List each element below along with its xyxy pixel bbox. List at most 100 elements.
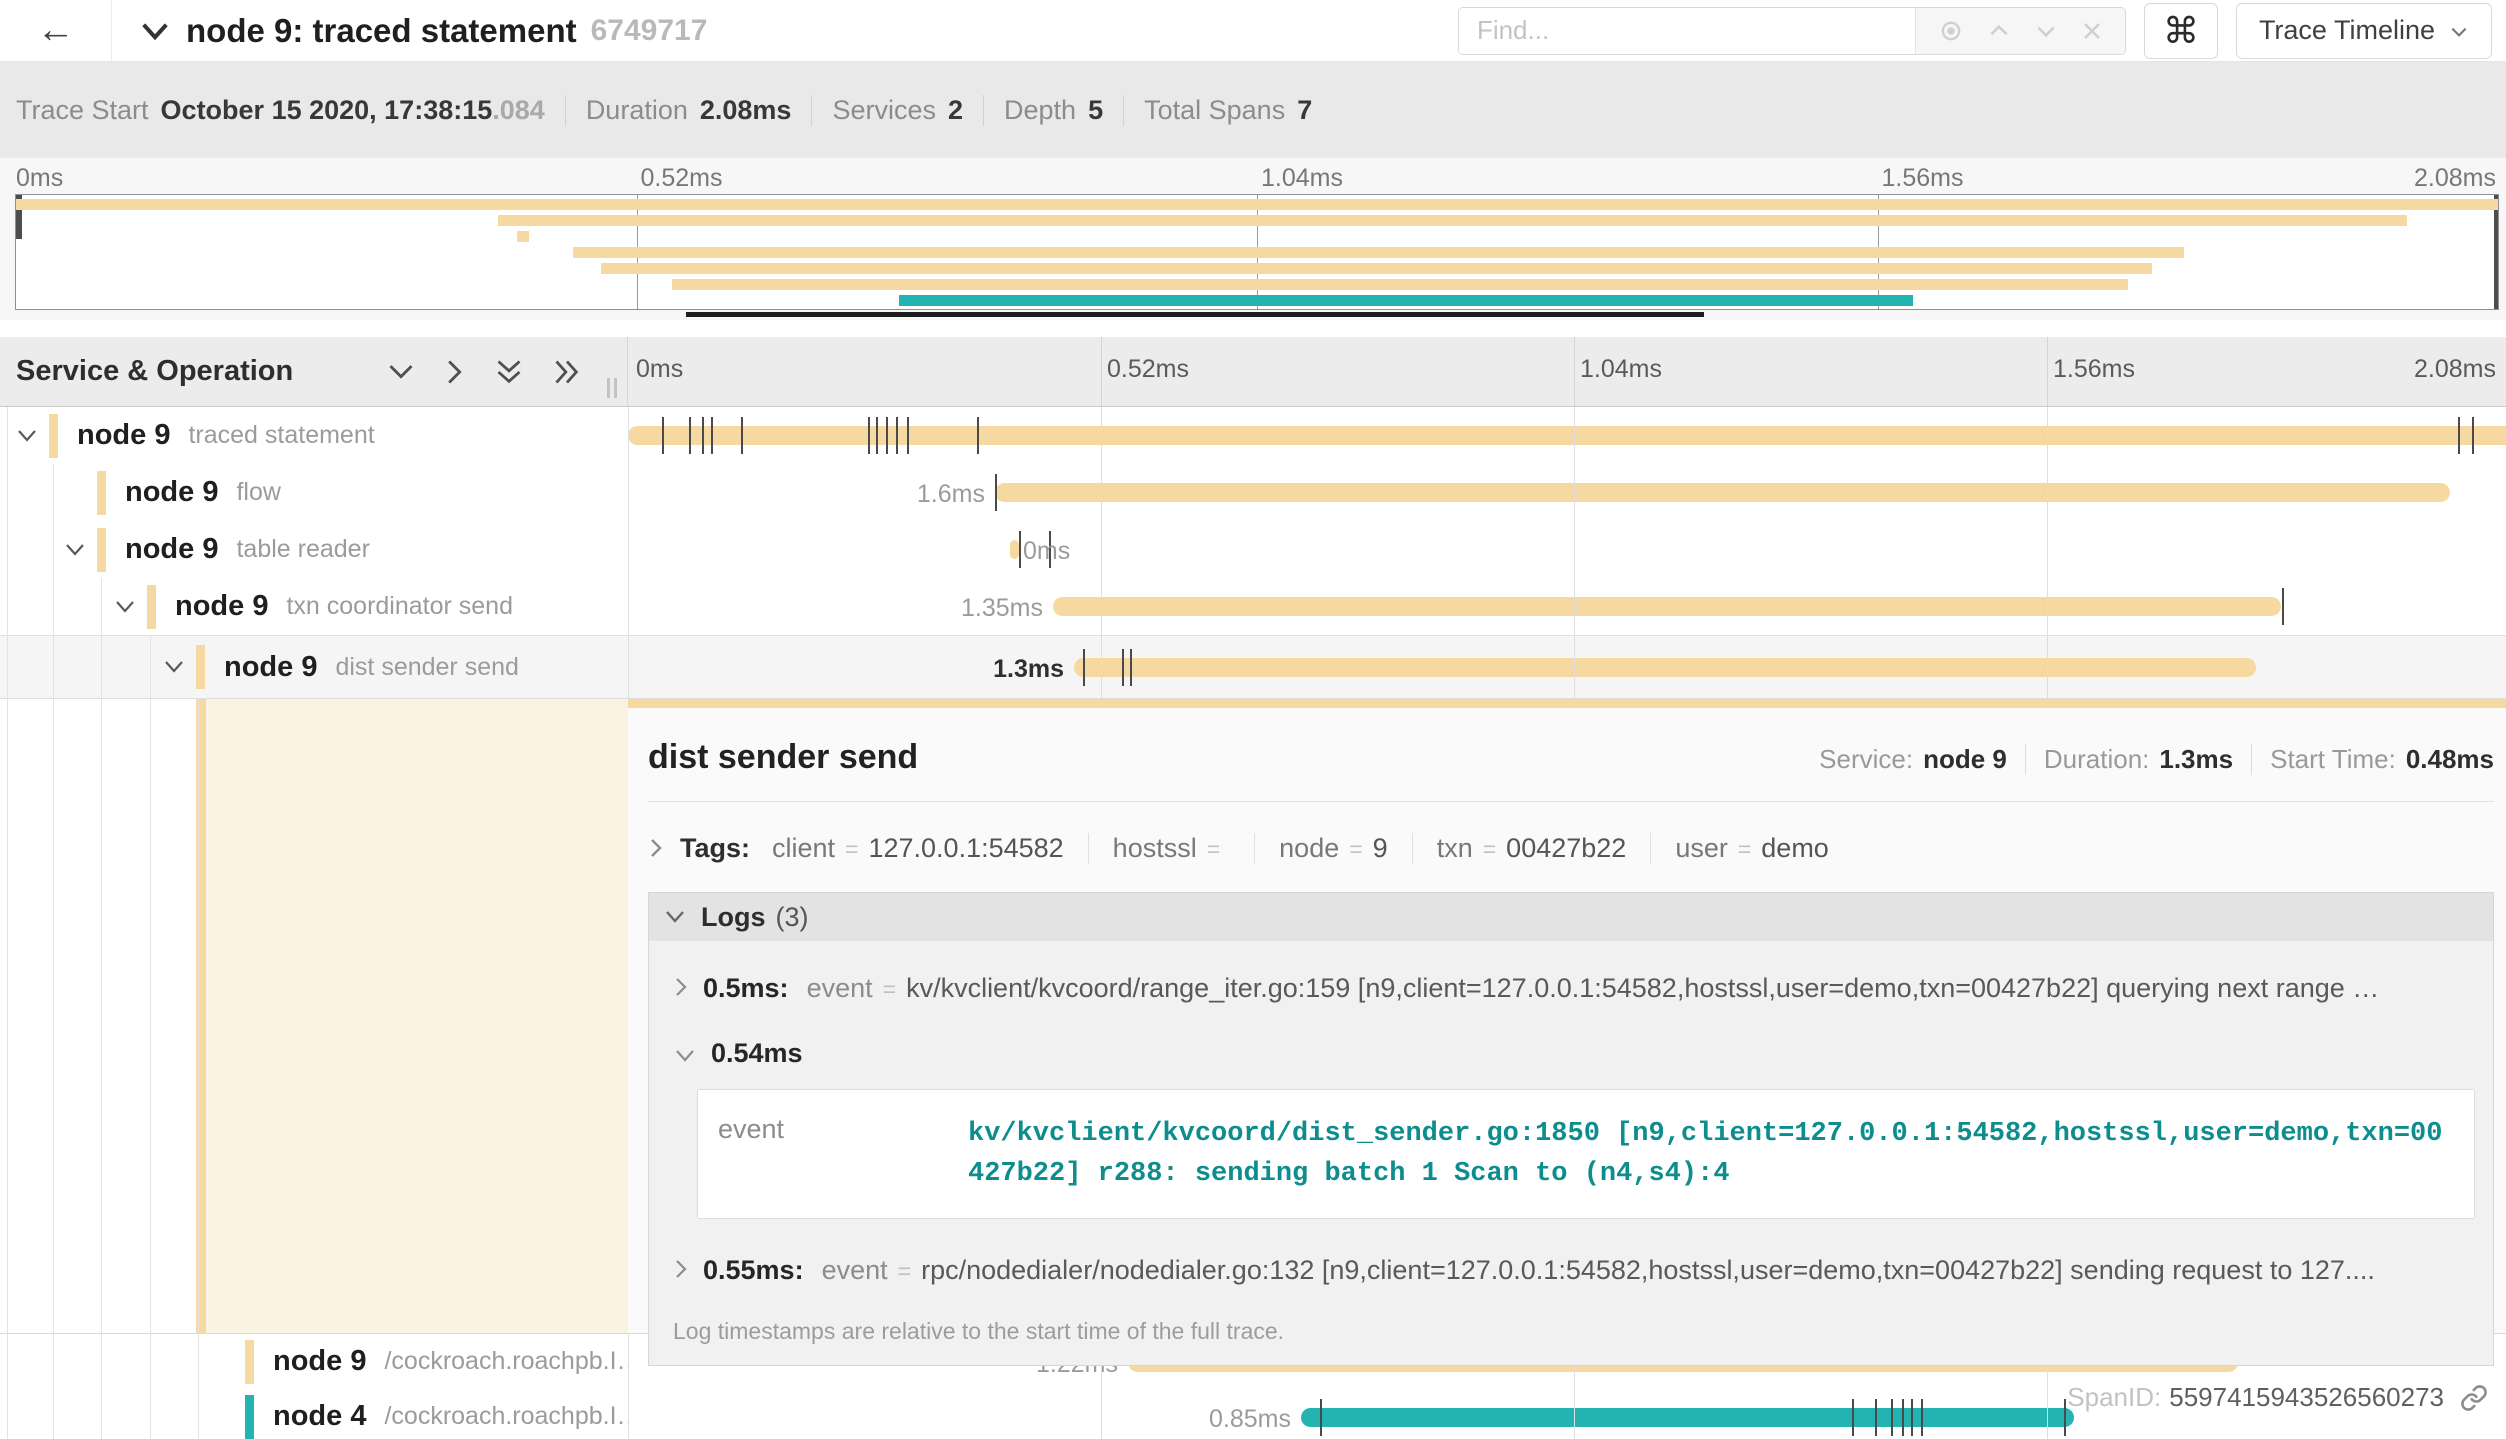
tag-equals: =	[1207, 836, 1220, 863]
span-timeline-cell[interactable]: 1.35ms	[628, 578, 2506, 635]
service-name: node 4	[273, 1400, 366, 1433]
span-duration-bar[interactable]	[628, 426, 2506, 445]
log-field-key: event	[718, 1114, 968, 1194]
span-duration-bar[interactable]	[1010, 540, 1019, 559]
span-duration-bar[interactable]	[1053, 597, 2281, 616]
chevron-down-icon[interactable]	[63, 542, 87, 558]
link-icon[interactable]	[2460, 1384, 2488, 1412]
span-rows-section: node 9traced statementnode 9flow1.6msnod…	[0, 407, 2506, 1439]
trace-view-label: Trace Timeline	[2259, 15, 2435, 46]
expand-one-icon[interactable]	[445, 358, 465, 386]
minimap-scrollbar-thumb[interactable]	[686, 312, 1704, 317]
find-next-icon[interactable]	[2033, 18, 2059, 44]
log-marker-tick	[896, 417, 898, 454]
log-entry[interactable]: 0.55ms:event=rpc/nodedialer/nodedialer.g…	[649, 1227, 2493, 1292]
log-marker-tick	[1122, 649, 1124, 686]
span-detail-row: dist sender send Service:node 9Duration:…	[0, 699, 2506, 1334]
summary-item: Services2	[811, 95, 963, 126]
tag-key: txn	[1437, 833, 1473, 864]
chevron-down-icon[interactable]	[162, 659, 186, 675]
span-timeline-cell[interactable]: 0ms	[628, 521, 2506, 578]
summary-item-label: Duration	[586, 95, 688, 126]
timeline-tick-label: 1.04ms	[1580, 355, 1662, 384]
indent-guide	[101, 578, 102, 1439]
collapse-one-icon[interactable]	[387, 362, 415, 382]
summary-item-label: Depth	[1004, 95, 1076, 126]
minimap-right-scrubber[interactable]	[2494, 195, 2498, 309]
span-name-cell[interactable]: node 9table reader	[0, 521, 628, 578]
log-field-key: event	[822, 1255, 888, 1286]
timeline-ruler: 0ms0.52ms1.04ms1.56ms2.08ms	[628, 337, 2506, 406]
span-duration-bar[interactable]	[1074, 658, 2256, 677]
find-prev-icon[interactable]	[1986, 18, 2012, 44]
span-row-flow[interactable]: node 9flow1.6ms	[0, 464, 2506, 521]
chevron-down-icon[interactable]	[15, 428, 39, 444]
keyboard-shortcuts-button[interactable]: ⌘	[2144, 3, 2218, 59]
trace-view-selector[interactable]: Trace Timeline	[2236, 3, 2492, 59]
collapse-all-icon[interactable]	[495, 358, 523, 386]
tag-key: node	[1279, 833, 1339, 864]
span-name-cell[interactable]: node 9/cockroach.roachpb.I…	[0, 1334, 628, 1389]
log-marker-tick	[868, 417, 870, 454]
span-row-dist-sender-send[interactable]: node 9dist sender send1.3ms	[0, 635, 2506, 699]
span-name-cell[interactable]: node 4/cockroach.roachpb.I…	[0, 1389, 628, 1439]
minimap-tick-label: 2.08ms	[2414, 164, 2496, 193]
back-button[interactable]: ←	[0, 0, 112, 62]
service-color-bar	[196, 645, 205, 689]
log-equals: =	[883, 976, 896, 1003]
collapse-trace-chevron-icon[interactable]	[140, 21, 170, 41]
log-field-value: rpc/nodedialer/nodedialer.go:132 [n9,cli…	[921, 1255, 2375, 1286]
span-name-cell[interactable]: node 9txn coordinator send	[0, 578, 628, 635]
find-clear-icon[interactable]	[2080, 19, 2104, 43]
span-duration-bar[interactable]	[995, 483, 2450, 502]
indent-guide	[53, 464, 54, 1439]
span-name-cell[interactable]: node 9flow	[0, 464, 628, 521]
span-detail-panel: dist sender send Service:node 9Duration:…	[628, 699, 2506, 1333]
detail-meta-value: 0.48ms	[2406, 744, 2494, 774]
log-marker-tick	[2458, 417, 2460, 454]
expand-all-icon[interactable]	[553, 358, 581, 386]
find-input[interactable]	[1459, 8, 1915, 54]
log-marker-tick	[1019, 531, 1021, 568]
tag-equals: =	[1738, 836, 1751, 863]
service-operation-header: Service & Operation	[16, 355, 293, 388]
logs-footer-note: Log timestamps are relative to the start…	[649, 1292, 2493, 1349]
trace-summary-bar: Trace StartOctober 15 2020, 17:38:15.084…	[0, 62, 2506, 158]
tags-row[interactable]: Tags: client=127.0.0.1:54582hostssl=node…	[648, 826, 2494, 870]
log-fields-table: eventkv/kvclient/kvcoord/dist_sender.go:…	[697, 1089, 2475, 1219]
span-row-txn-coordinator-send[interactable]: node 9txn coordinator send1.35ms	[0, 578, 2506, 635]
operation-name: /cockroach.roachpb.I…	[384, 1347, 628, 1376]
column-resizer-handle[interactable]	[607, 378, 617, 398]
chevron-down-icon[interactable]	[113, 599, 137, 615]
locate-icon[interactable]	[1937, 17, 1965, 45]
chevron-down-icon	[673, 1048, 697, 1064]
tag-key: user	[1675, 833, 1728, 864]
tag-item: node=9	[1254, 833, 1388, 864]
chevron-right-icon	[648, 836, 664, 860]
logs-header[interactable]: Logs (3)	[649, 893, 2493, 941]
span-timeline-cell[interactable]	[628, 407, 2506, 464]
span-name-cell[interactable]: node 9dist sender send	[0, 636, 628, 698]
logs-label: Logs	[701, 902, 766, 933]
minimap-scrollbar[interactable]	[15, 312, 2499, 318]
detail-meta-item: Start Time:0.48ms	[2251, 744, 2494, 775]
timeline-tick-label: 2.08ms	[2414, 355, 2496, 384]
timeline-header: Service & Operation 0ms0.52ms1.04ms1.56m…	[0, 337, 2506, 407]
span-timeline-cell[interactable]: 1.3ms	[628, 636, 2506, 698]
operation-name: txn coordinator send	[286, 592, 513, 621]
span-row-traced-statement[interactable]: node 9traced statement	[0, 407, 2506, 464]
summary-item-value: October 15 2020, 17:38:15	[161, 95, 493, 126]
log-entry[interactable]: 0.5ms:event=kv/kvclient/kvcoord/range_it…	[649, 945, 2493, 1010]
timeline-tick-label: 0.52ms	[1107, 355, 1189, 384]
span-name-cell[interactable]: node 9traced statement	[0, 407, 628, 464]
log-field-value: kv/kvclient/kvcoord/dist_sender.go:1850 …	[968, 1114, 2442, 1194]
service-color-bar	[97, 471, 106, 515]
span-row-table-reader[interactable]: node 9table reader0ms	[0, 521, 2506, 578]
log-marker-tick	[995, 474, 997, 511]
log-entry-expanded[interactable]: 0.54ms	[649, 1010, 2493, 1069]
minimap-canvas[interactable]	[15, 194, 2499, 310]
span-timeline-cell[interactable]: 1.6ms	[628, 464, 2506, 521]
back-arrow-icon: ←	[37, 9, 75, 52]
chevron-down-icon	[2449, 15, 2469, 46]
log-marker-tick	[689, 417, 691, 454]
